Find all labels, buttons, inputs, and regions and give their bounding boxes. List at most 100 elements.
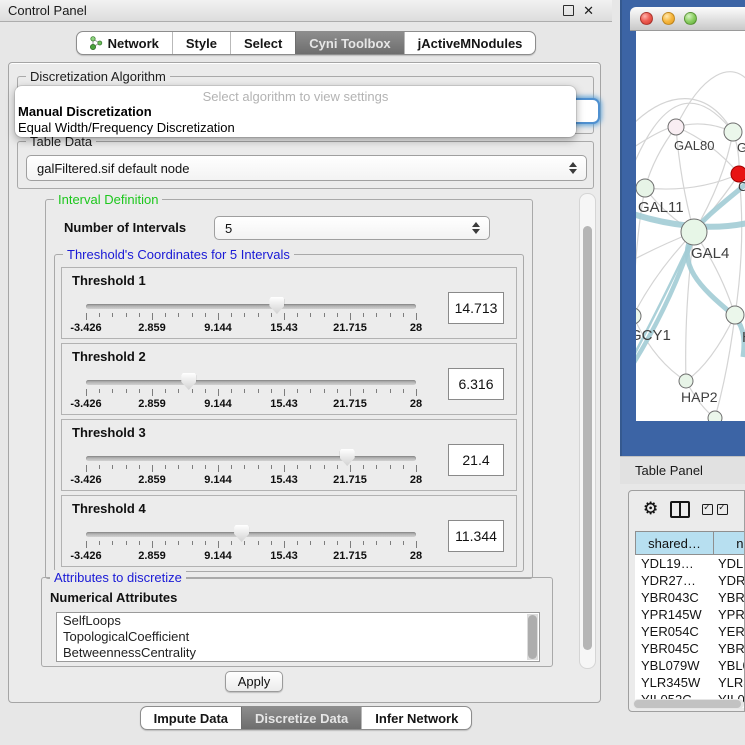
network-node[interactable] [679, 374, 693, 388]
table-row[interactable]: YDR27…YDR2 [635, 572, 745, 589]
cyni-toolbox-panel: Discretization Algorithm Select algorith… [8, 62, 601, 703]
tab-discretize-data[interactable]: Discretize Data [241, 707, 361, 729]
table-cell[interactable]: YDR2 [714, 572, 745, 589]
slider-track[interactable] [86, 532, 416, 537]
table-row[interactable]: YPR145WYPR1 [635, 606, 745, 623]
table-row[interactable]: YDL19…YDL1 [635, 555, 745, 572]
network-canvas[interactable]: GAL80GACGAL11GAL4GCY1HHAP2 [636, 31, 745, 421]
node-label: GCY1 [636, 327, 671, 344]
threshold-1-slider[interactable]: -3.426 2.859 9.144 15.43 21.715 28 [86, 296, 416, 338]
slider-track[interactable] [86, 380, 416, 385]
scrollbar-thumb[interactable] [583, 226, 592, 650]
network-graph: GAL80GACGAL11GAL4GCY1HHAP2 [636, 31, 745, 421]
table-cell[interactable]: YPR1 [714, 606, 745, 623]
checkbox-icon[interactable] [702, 504, 713, 515]
scrollbar-thumb[interactable] [634, 700, 741, 708]
slider-scale-labels: -3.426 2.859 9.144 15.43 21.715 28 [86, 398, 416, 411]
column-header-shared-name[interactable]: shared… [635, 531, 714, 555]
minimize-traffic-light-icon[interactable] [662, 12, 675, 25]
attribute-item[interactable]: TopologicalCoefficient [57, 629, 539, 645]
network-node[interactable] [724, 123, 742, 141]
table-cell[interactable]: YPR145W [635, 606, 714, 623]
slider-thumb[interactable] [340, 449, 355, 466]
table-row[interactable]: YBR045CYBR0 [635, 640, 745, 657]
popup-option-manual-discretization[interactable]: Manual Discretization [15, 104, 576, 120]
table-row[interactable]: YBR043CYBR0 [635, 589, 745, 606]
close-icon[interactable]: ✕ [583, 4, 594, 17]
slider-track[interactable] [86, 456, 416, 461]
tab-infer-network[interactable]: Infer Network [361, 707, 471, 729]
table-row[interactable]: YBL079WYBL0 [635, 657, 745, 674]
slider-scale-labels: -3.426 2.859 9.144 15.43 21.715 28 [86, 474, 416, 487]
tab-network[interactable]: Network [77, 32, 172, 54]
table-cell[interactable]: YLR345W [635, 674, 714, 691]
network-edge [676, 72, 745, 127]
threshold-3-slider[interactable]: -3.426 2.859 9.144 15.43 21.715 28 [86, 448, 416, 490]
network-node[interactable] [668, 119, 684, 135]
checkbox-icon[interactable] [717, 504, 728, 515]
table-row[interactable]: YLR345WYLR3 [635, 674, 745, 691]
split-columns-icon[interactable] [670, 501, 690, 518]
list-scrollbar[interactable] [527, 614, 538, 660]
threshold-panel-3: Threshold 3 -3.426 2.859 9.144 15.43 21.… [61, 419, 517, 491]
table-cell[interactable]: YBR0 [714, 640, 745, 657]
threshold-2-slider[interactable]: -3.426 2.859 9.144 15.43 21.715 28 [86, 372, 416, 414]
threshold-4-value[interactable]: 11.344 [448, 520, 504, 552]
table-cell[interactable]: YDL1 [714, 555, 745, 572]
slider-thumb[interactable] [269, 297, 284, 314]
close-traffic-light-icon[interactable] [640, 12, 653, 25]
attribute-item[interactable]: SelfLoops [57, 613, 539, 629]
threshold-4-slider[interactable]: -3.426 2.859 9.144 15.43 21.715 28 [86, 524, 416, 566]
network-node[interactable] [708, 411, 722, 421]
network-node[interactable] [636, 179, 654, 197]
network-node[interactable] [681, 219, 707, 245]
table-cell[interactable]: YDR27… [635, 572, 714, 589]
threshold-1-value[interactable]: 14.713 [448, 292, 504, 324]
node-label: GAL80 [674, 138, 714, 153]
network-window-titlebar[interactable] [630, 7, 745, 31]
slider-scale-labels: -3.426 2.859 9.144 15.43 21.715 28 [86, 322, 416, 335]
tab-impute-data[interactable]: Impute Data [141, 707, 241, 729]
gear-icon[interactable]: ⚙ [643, 500, 658, 518]
network-node[interactable] [636, 308, 641, 324]
table-cell[interactable]: YLR3 [714, 674, 745, 691]
slider-thumb[interactable] [181, 373, 196, 390]
network-node[interactable] [726, 306, 744, 324]
table-cell[interactable]: YDL19… [635, 555, 714, 572]
scroll-region: Interval Definition Number of Intervals … [17, 193, 596, 669]
control-panel-titlebar: Control Panel ✕ [0, 0, 612, 22]
float-window-icon[interactable] [563, 5, 574, 16]
table-row[interactable]: YER054CYER0 [635, 623, 745, 640]
slider-track[interactable] [86, 304, 416, 309]
table-cell[interactable]: YER0 [714, 623, 745, 640]
table-cell[interactable]: YBR045C [635, 640, 714, 657]
table-cell[interactable]: YBL079W [635, 657, 714, 674]
table-cell[interactable]: YBL0 [714, 657, 745, 674]
threshold-3-value[interactable]: 21.4 [448, 444, 504, 476]
apply-button[interactable]: Apply [225, 671, 283, 692]
popup-option-equal-width-frequency[interactable]: Equal Width/Frequency Discretization [15, 120, 576, 136]
tab-cyni-toolbox[interactable]: Cyni Toolbox [295, 32, 403, 54]
node-label: GA [737, 140, 745, 155]
column-header-name[interactable]: na [714, 531, 745, 555]
vertical-scrollbar[interactable] [579, 193, 596, 669]
table-cell[interactable]: YBR043C [635, 589, 714, 606]
tab-select[interactable]: Select [230, 32, 295, 54]
zoom-traffic-light-icon[interactable] [684, 12, 697, 25]
table-cell[interactable]: YBR0 [714, 589, 745, 606]
attribute-item[interactable]: BetweennessCentrality [57, 645, 539, 661]
threshold-2-value[interactable]: 6.316 [448, 368, 504, 400]
window-title: Control Panel [8, 3, 87, 18]
table-toolbar: ⚙ [629, 497, 744, 521]
horizontal-scrollbar[interactable] [633, 699, 744, 709]
num-intervals-select[interactable]: 5 [214, 216, 490, 240]
tab-style[interactable]: Style [172, 32, 230, 54]
table-cell[interactable]: YER054C [635, 623, 714, 640]
node-label: GAL4 [691, 245, 729, 262]
slider-thumb[interactable] [234, 525, 249, 542]
tab-jactivemnodules[interactable]: jActiveMNodules [404, 32, 536, 54]
network-edge [715, 315, 735, 418]
numerical-attributes-list[interactable]: SelfLoopsTopologicalCoefficientBetweenne… [56, 612, 540, 662]
threshold-panel-4: Threshold 4 -3.426 2.859 9.144 15.43 21.… [61, 495, 517, 567]
table-data-select[interactable]: galFiltered.sif default node [26, 155, 587, 181]
